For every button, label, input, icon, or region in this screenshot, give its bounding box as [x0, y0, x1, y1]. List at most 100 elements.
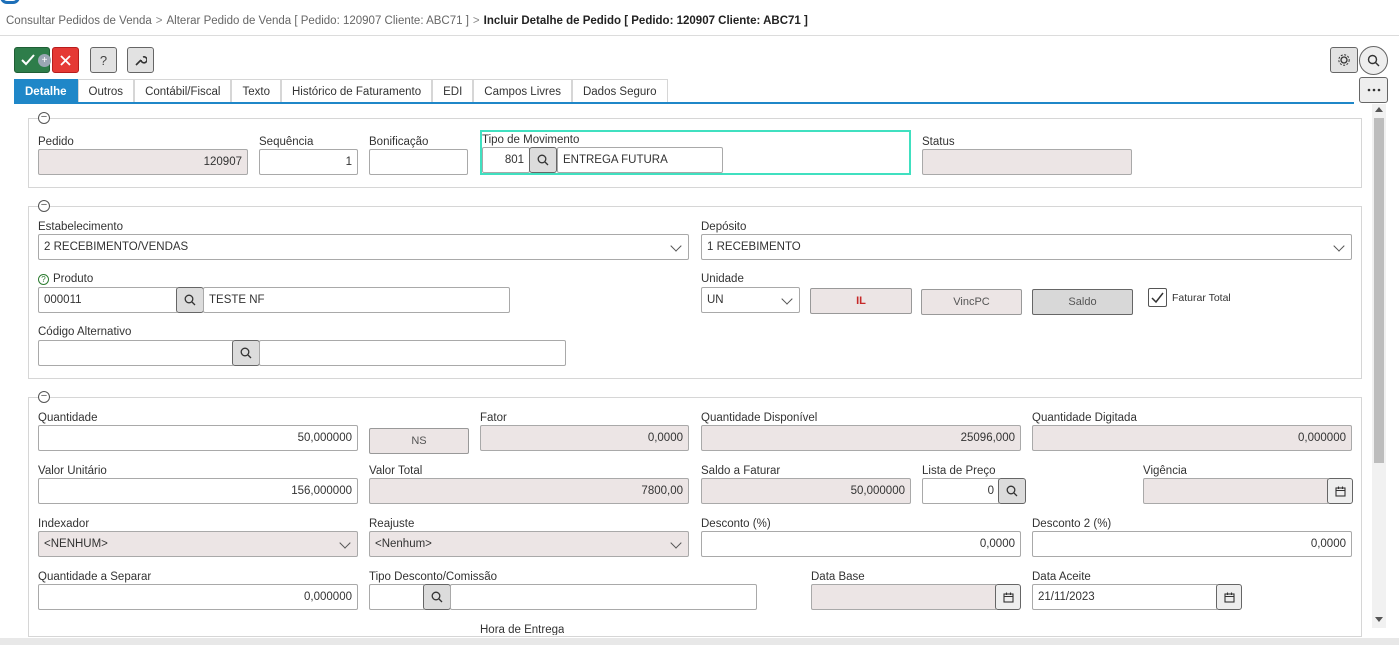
vigencia-label: Vigência: [1143, 465, 1187, 477]
collapse-icon[interactable]: −: [38, 391, 50, 403]
indexador-value: <NENHUM>: [44, 538, 108, 550]
collapse-icon[interactable]: −: [38, 112, 50, 124]
search-icon: [1006, 485, 1018, 497]
tipo-desconto-desc-field[interactable]: [450, 584, 757, 610]
breadcrumb-item-consultar[interactable]: Consultar Pedidos de Venda: [6, 15, 152, 27]
calendar-icon: [1334, 486, 1346, 497]
produto-search-button[interactable]: [176, 287, 204, 313]
wrench-icon: [135, 55, 147, 66]
breadcrumb: Consultar Pedidos de Venda > Alterar Pedid…: [6, 15, 808, 27]
divider: [0, 35, 1399, 36]
confirm-add-button[interactable]: +: [14, 47, 51, 73]
desconto-field[interactable]: 0,0000: [701, 531, 1021, 557]
tipo-movimento-code-field[interactable]: 801: [482, 147, 530, 173]
breadcrumb-separator: >: [472, 15, 480, 27]
tools-button[interactable]: [127, 47, 154, 73]
data-aceite-label: Data Aceite: [1032, 571, 1091, 583]
search-button[interactable]: [1359, 46, 1388, 75]
tipo-desconto-search-button[interactable]: [423, 584, 451, 610]
bottom-bar: [0, 638, 1399, 645]
status-field: [922, 149, 1132, 175]
saldo-button[interactable]: Saldo: [1032, 289, 1133, 315]
unidade-select[interactable]: UN: [701, 287, 800, 313]
tab-campos-livres[interactable]: Campos Livres: [473, 79, 572, 103]
scroll-down-icon[interactable]: [1375, 617, 1383, 623]
scrollbar-thumb[interactable]: [1374, 118, 1384, 463]
codigo-alternativo-search-button[interactable]: [232, 340, 260, 366]
estabelecimento-value: 2 RECEBIMENTO/VENDAS: [44, 241, 189, 253]
tab-texto[interactable]: Texto: [231, 79, 281, 103]
tab-edi[interactable]: EDI: [432, 79, 474, 103]
vincpc-button[interactable]: VincPC: [921, 289, 1022, 315]
tipo-movimento-label: Tipo de Movimento: [482, 134, 580, 146]
codigo-alternativo-field[interactable]: [38, 340, 234, 366]
data-base-field[interactable]: [811, 584, 997, 610]
produto-label-group: ? Produto: [38, 273, 93, 285]
unidade-label: Unidade: [701, 273, 744, 285]
lista-preco-label: Lista de Preço: [922, 465, 996, 477]
tipo-movimento-desc-field[interactable]: ENTREGA FUTURA: [557, 147, 723, 173]
quantidade-digitada-field: 0,000000: [1032, 425, 1352, 451]
reajuste-value: <Nenhum>: [375, 538, 432, 550]
deposito-label: Depósito: [701, 221, 747, 233]
tipo-desconto-code-field[interactable]: [369, 584, 425, 610]
tipo-movimento-search-button[interactable]: [529, 147, 557, 173]
sequencia-field[interactable]: 1: [259, 149, 358, 175]
tab-bar: Detalhe Outros Contábil/Fiscal Texto His…: [14, 79, 668, 103]
valor-unitario-field[interactable]: 156,000000: [38, 478, 358, 504]
reajuste-select[interactable]: <Nenhum>: [369, 531, 689, 557]
saldo-faturar-label: Saldo a Faturar: [701, 465, 781, 477]
sequencia-label: Sequência: [259, 136, 314, 148]
tab-detalhe[interactable]: Detalhe: [14, 79, 78, 103]
cancel-button[interactable]: [52, 47, 79, 73]
fator-label: Fator: [480, 412, 507, 424]
chevron-down-icon: [781, 293, 793, 305]
bonificacao-field[interactable]: [369, 149, 468, 175]
produto-code-field[interactable]: 000011: [38, 287, 178, 313]
plus-badge: +: [38, 54, 51, 67]
ll-button[interactable]: IL: [810, 288, 912, 314]
produto-desc-field[interactable]: TESTE NF: [203, 287, 510, 313]
more-horizontal-icon: [1367, 88, 1380, 92]
breadcrumb-item-alterar[interactable]: Alterar Pedido de Venda [ Pedido: 120907…: [167, 15, 469, 27]
codigo-alternativo-desc-field[interactable]: [259, 340, 566, 366]
collapse-icon[interactable]: −: [38, 200, 50, 212]
tab-historico-faturamento[interactable]: Histórico de Faturamento: [280, 79, 433, 103]
data-aceite-field[interactable]: 21/11/2023: [1032, 584, 1218, 610]
help-button[interactable]: ?: [90, 47, 117, 73]
deposito-select[interactable]: 1 RECEBIMENTO: [701, 234, 1352, 260]
top-strip: [0, 0, 1399, 5]
lista-preco-search-button[interactable]: [998, 478, 1026, 504]
tab-contabil-fiscal[interactable]: Contábil/Fiscal: [134, 79, 232, 103]
lista-preco-field[interactable]: 0: [922, 478, 1000, 504]
search-icon: [431, 591, 443, 603]
data-base-calendar-button[interactable]: [995, 584, 1021, 610]
tab-outros[interactable]: Outros: [77, 79, 135, 103]
settings-button[interactable]: [1330, 47, 1358, 73]
more-options-button[interactable]: [1359, 77, 1388, 103]
fator-field: 0,0000: [480, 425, 689, 451]
vigencia-calendar-button[interactable]: [1327, 478, 1353, 504]
valor-total-field: 7800,00: [369, 478, 689, 504]
pedido-field[interactable]: 120907: [38, 149, 248, 175]
tab-dados-seguro[interactable]: Dados Seguro: [571, 79, 668, 103]
indexador-select[interactable]: <NENHUM>: [38, 531, 358, 557]
close-icon: [60, 54, 71, 66]
logo-fragment: [0, 0, 20, 4]
produto-label: Produto: [53, 273, 94, 285]
faturar-total-checkbox[interactable]: [1148, 288, 1167, 307]
tipo-desconto-label: Tipo Desconto/Comissão: [369, 571, 498, 583]
search-icon: [1367, 54, 1380, 67]
quantidade-field[interactable]: 50,000000: [38, 425, 358, 451]
scroll-up-icon[interactable]: [1375, 106, 1383, 112]
desconto2-label: Desconto 2 (%): [1032, 518, 1112, 530]
ns-button[interactable]: NS: [369, 428, 469, 454]
calendar-icon: [1223, 592, 1235, 603]
estabelecimento-select[interactable]: 2 RECEBIMENTO/VENDAS: [38, 234, 689, 260]
help-circle-icon[interactable]: ?: [38, 273, 49, 285]
data-aceite-calendar-button[interactable]: [1216, 584, 1242, 610]
desconto2-field[interactable]: 0,0000: [1032, 531, 1352, 557]
valor-total-label: Valor Total: [369, 465, 423, 477]
estabelecimento-label: Estabelecimento: [38, 221, 124, 233]
quantidade-separar-field[interactable]: 0,000000: [38, 584, 358, 610]
